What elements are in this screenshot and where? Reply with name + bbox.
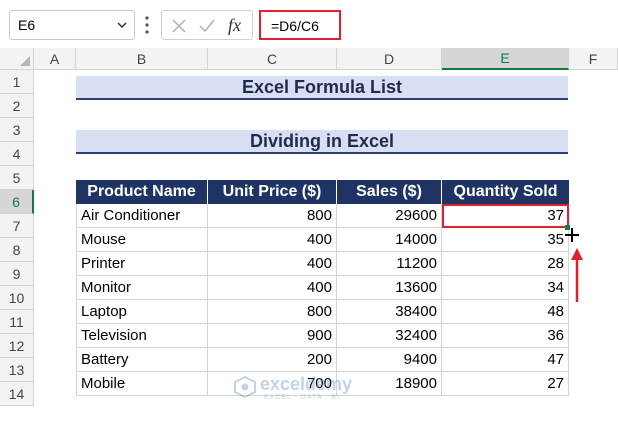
row-header-14[interactable]: 14 [0,382,34,406]
table-cell[interactable]: 34 [442,276,569,300]
formula-text: =D6/C6 [271,18,319,34]
exceldemy-watermark: exceldemy EXCEL · DATA · BI [234,374,394,406]
table-cell[interactable]: 11200 [337,252,442,276]
table-cell[interactable]: 400 [208,252,337,276]
table-cell[interactable]: 36 [442,324,569,348]
row-header-8[interactable]: 8 [0,238,34,262]
table-cell[interactable]: Mobile [76,372,208,396]
chevron-down-icon [117,22,127,29]
table-cell[interactable]: 47 [442,348,569,372]
table-cell[interactable]: 400 [208,276,337,300]
table-cell[interactable]: 200 [208,348,337,372]
formula-input[interactable]: =D6/C6 [259,10,341,40]
table-cell[interactable]: 27 [442,372,569,396]
active-cell-outline[interactable] [442,204,569,228]
crosshair-cursor-icon [565,228,579,242]
table-cell[interactable]: Air Conditioner [76,204,208,228]
watermark-tagline: EXCEL · DATA · BI [264,394,340,401]
table-cell[interactable]: 32400 [337,324,442,348]
table-cell[interactable]: 14000 [337,228,442,252]
enter-icon[interactable] [198,17,216,35]
column-header-a[interactable]: A [34,48,76,70]
exceldemy-logo-icon [234,376,256,398]
table-cell[interactable]: 900 [208,324,337,348]
row-header-4[interactable]: 4 [0,142,34,166]
select-all-icon [20,56,30,66]
column-header-f[interactable]: F [569,48,618,70]
header-sales[interactable]: Sales ($) [337,180,442,204]
row-header-2[interactable]: 2 [0,94,34,118]
header-unit-price[interactable]: Unit Price ($) [208,180,337,204]
column-header-c[interactable]: C [208,48,337,70]
table-cell[interactable]: 28 [442,252,569,276]
column-header-e[interactable]: E [442,48,569,70]
row-header-9[interactable]: 9 [0,262,34,286]
formula-controls: fx [161,10,253,40]
row-header-13[interactable]: 13 [0,358,34,382]
watermark-brand: exceldemy [260,374,353,394]
row-header-12[interactable]: 12 [0,334,34,358]
sheet-subtitle: Dividing in Excel [76,130,568,154]
table-cell[interactable]: Mouse [76,228,208,252]
table-cell[interactable]: 9400 [337,348,442,372]
row-header-1[interactable]: 1 [0,70,34,94]
table-cell[interactable]: Printer [76,252,208,276]
row-header-6[interactable]: 6 [0,190,34,214]
name-box-value: E6 [18,17,36,33]
row-header-10[interactable]: 10 [0,286,34,310]
select-all-corner[interactable] [0,48,34,70]
name-box[interactable]: E6 [9,10,135,40]
table-cell[interactable]: Monitor [76,276,208,300]
row-header-3[interactable]: 3 [0,118,34,142]
row-header-7[interactable]: 7 [0,214,34,238]
sheet-title: Excel Formula List [76,76,568,100]
header-product-name[interactable]: Product Name [76,180,208,204]
cancel-icon[interactable] [170,17,188,35]
drag-direction-arrow-icon [571,248,583,302]
table-cell[interactable]: Television [76,324,208,348]
table-cell[interactable]: 800 [208,300,337,324]
table-cell[interactable]: 13600 [337,276,442,300]
formula-bar: E6 fx =D6/C6 [0,0,618,44]
insert-function-button[interactable]: fx [228,15,241,36]
table-cell[interactable]: 35 [442,228,569,252]
row-header-5[interactable]: 5 [0,166,34,190]
table-cell[interactable]: Battery [76,348,208,372]
column-header-b[interactable]: B [76,48,208,70]
header-quantity-sold[interactable]: Quantity Sold [442,180,569,204]
row-header-11[interactable]: 11 [0,310,34,334]
column-header-d[interactable]: D [337,48,442,70]
more-options-icon[interactable] [145,15,149,35]
table-cell[interactable]: 29600 [337,204,442,228]
table-cell[interactable]: Laptop [76,300,208,324]
table-cell[interactable]: 800 [208,204,337,228]
table-cell[interactable]: 400 [208,228,337,252]
table-cell[interactable]: 48 [442,300,569,324]
table-cell[interactable]: 38400 [337,300,442,324]
